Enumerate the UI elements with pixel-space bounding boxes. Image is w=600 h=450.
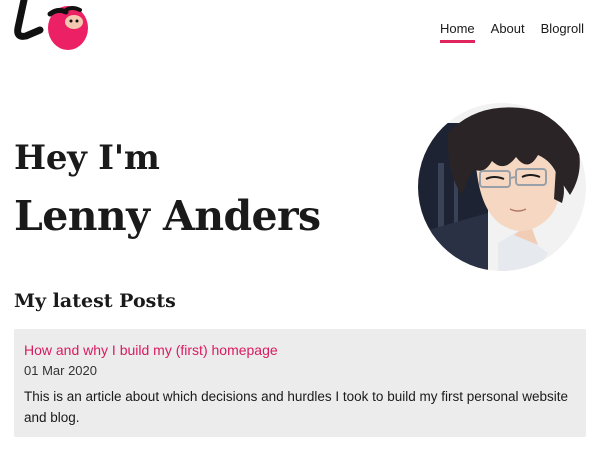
sloth-logo-icon — [14, 0, 88, 50]
nav-about-link[interactable]: About — [491, 21, 525, 40]
nav-home-link[interactable]: Home — [439, 21, 475, 43]
post-excerpt: This is an article about which decisions… — [24, 389, 569, 425]
post-card: How and why I build my (first) homepage … — [14, 329, 586, 437]
post-date: 01 Mar 2020 — [24, 363, 97, 378]
avatar-portrait-icon — [418, 103, 586, 271]
main-nav: Home About Blogroll — [439, 21, 584, 43]
latest-posts-heading: My latest Posts — [14, 290, 176, 312]
hero-name: Lenny Anders — [14, 192, 321, 240]
nav-blogroll-link[interactable]: Blogroll — [541, 21, 584, 40]
post-title-link[interactable]: How and why I build my (first) homepage — [24, 341, 576, 359]
hero-greeting: Hey I'm — [14, 138, 160, 178]
site-logo[interactable] — [10, 0, 92, 56]
avatar — [418, 103, 586, 271]
